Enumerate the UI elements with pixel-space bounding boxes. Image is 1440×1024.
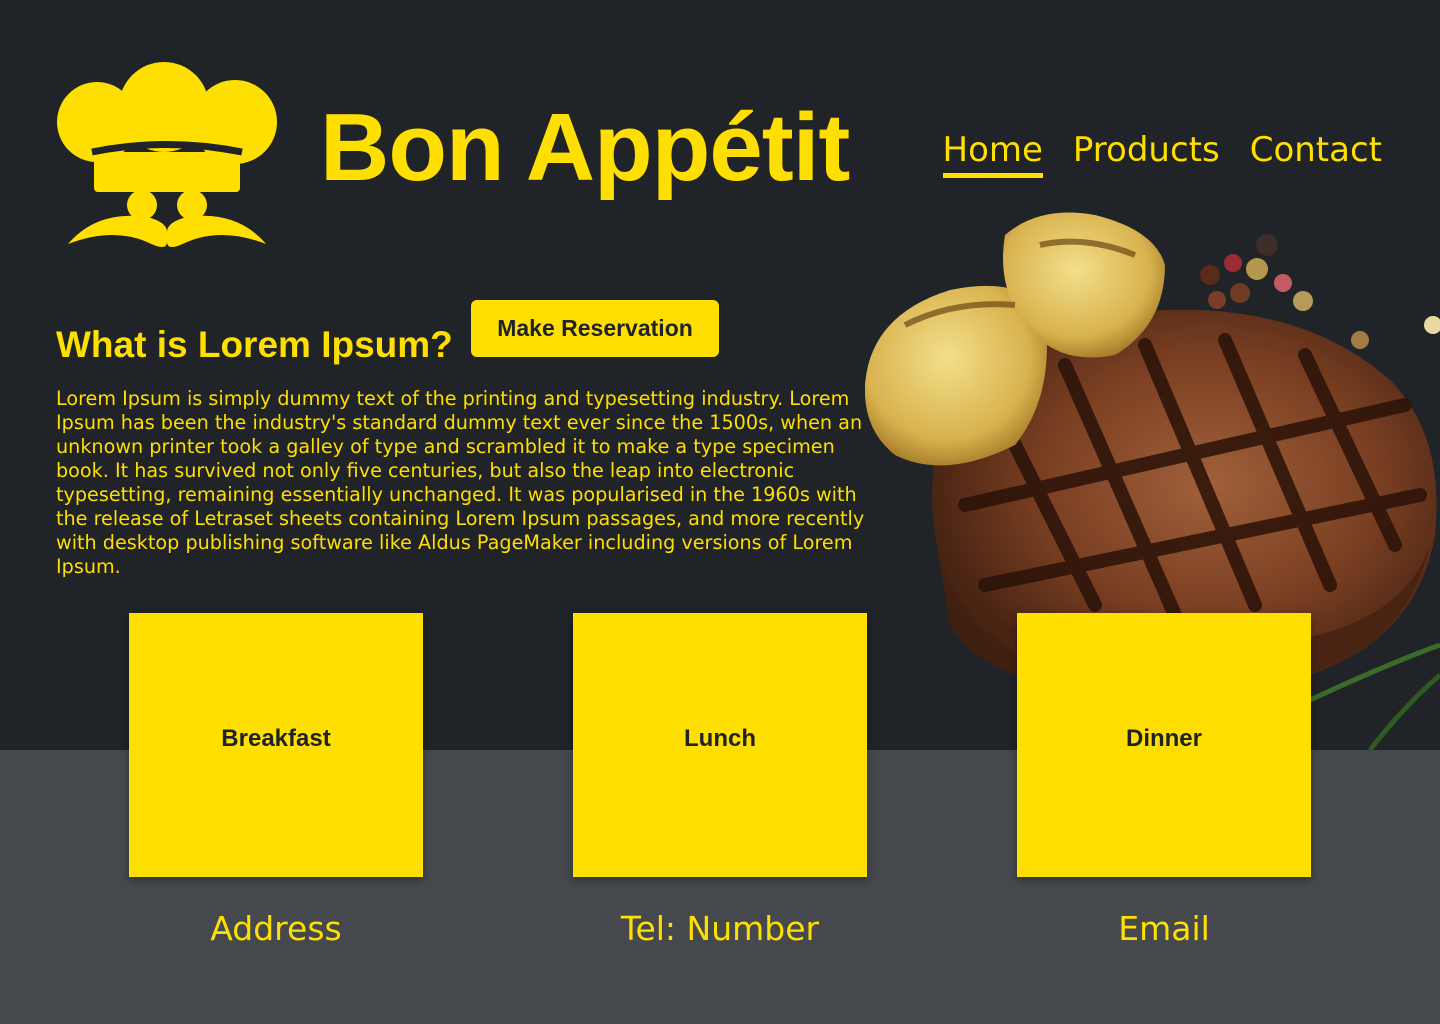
contact-email: Email [1118,909,1210,948]
lunch-card[interactable]: Lunch [573,613,867,877]
contact-tel: Tel: Number [620,909,820,948]
nav-contact-link[interactable]: Contact [1250,128,1382,172]
nav-home-link[interactable]: Home [942,128,1044,178]
breakfast-card[interactable]: Breakfast [129,613,423,877]
breakfast-label: Breakfast [221,725,331,752]
chef-hat-mustache-icon[interactable] [52,62,282,258]
nav-products-link[interactable]: Products [1073,128,1220,172]
main-nav: Home Products Contact [942,128,1382,178]
intro-paragraph: Lorem Ipsum is simply dummy text of the … [56,387,865,578]
contact-address: Address [210,909,342,948]
brand-title: Bon Appétit [320,94,850,201]
dinner-card[interactable]: Dinner [1017,613,1311,877]
dinner-label: Dinner [1125,725,1202,752]
lunch-label: Lunch [684,725,756,752]
make-reservation-button[interactable]: Make Reservation [471,300,719,357]
section-title: What is Lorem Ipsum? [56,324,453,365]
